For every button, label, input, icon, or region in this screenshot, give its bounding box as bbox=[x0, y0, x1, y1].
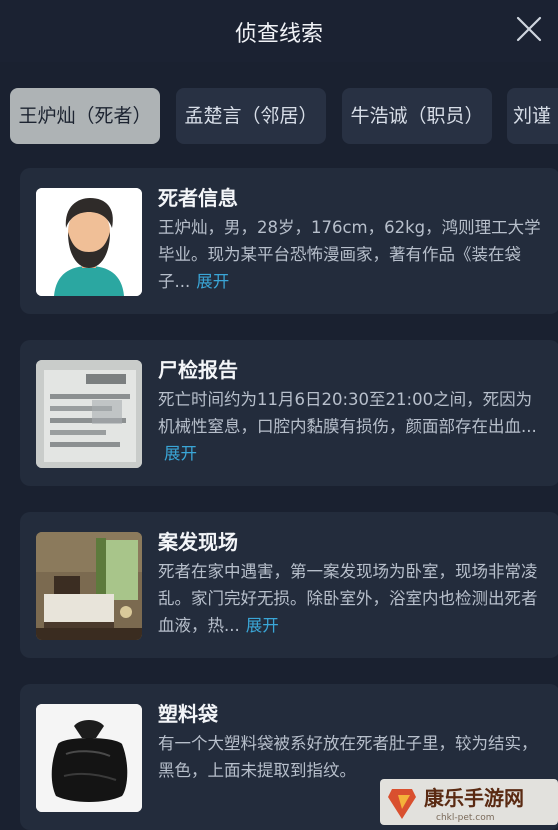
page-title: 侦查线索 bbox=[234, 22, 323, 47]
clue-card-victim-info[interactable]: 死者信息 王炉灿，男，28岁，176cm，62kg，鸿则理工大学毕业。现为某平台… bbox=[20, 168, 558, 314]
close-icon[interactable] bbox=[514, 14, 544, 44]
card-desc: 死者在家中遇害，第一案发现场为卧室，现场非常凌乱。家门完好无损。除卧室外，浴室内… bbox=[158, 562, 538, 635]
man-avatar-icon bbox=[36, 188, 142, 296]
expand-link[interactable]: 展开 bbox=[196, 272, 229, 291]
report-thumbnail bbox=[36, 360, 142, 468]
bedroom-icon bbox=[36, 532, 142, 640]
watermark-url: chkl-pet.com bbox=[436, 813, 494, 823]
card-title: 尸检报告 bbox=[158, 358, 238, 382]
scene-thumbnail bbox=[36, 532, 142, 640]
card-title: 死者信息 bbox=[158, 186, 238, 210]
header: 侦查线索 bbox=[0, 0, 558, 62]
bag-thumbnail bbox=[36, 704, 142, 812]
black-bag-icon bbox=[36, 704, 142, 812]
document-icon bbox=[36, 360, 142, 468]
card-desc: 王炉灿，男，28岁，176cm，62kg，鸿则理工大学毕业。现为某平台恐怖漫画家… bbox=[158, 218, 541, 291]
card-title: 塑料袋 bbox=[158, 702, 218, 726]
tab-victim[interactable]: 王炉灿（死者） bbox=[10, 88, 160, 144]
watermark-logo: 康乐手游网 chkl-pet.com bbox=[380, 779, 558, 825]
expand-link[interactable]: 展开 bbox=[164, 444, 197, 463]
card-title: 案发现场 bbox=[158, 530, 238, 554]
avatar bbox=[36, 188, 142, 296]
suspect-tabs: 王炉灿（死者） 孟楚言（邻居） 牛浩诚（职员） 刘谨 bbox=[0, 88, 558, 146]
card-desc: 死亡时间约为11月6日20:30至21:00之间，死因为机械性窒息，口腔内黏膜有… bbox=[158, 390, 537, 463]
tab-employee[interactable]: 牛浩诚（职员） bbox=[342, 88, 492, 144]
expand-link[interactable]: 展开 bbox=[246, 616, 279, 635]
clue-card-autopsy[interactable]: 尸检报告 死亡时间约为11月6日20:30至21:00之间，死因为机械性窒息，口… bbox=[20, 340, 558, 486]
watermark-text: 康乐手游网 bbox=[424, 786, 524, 810]
tab-liu[interactable]: 刘谨 bbox=[507, 88, 558, 144]
watermark: 康乐手游网 chkl-pet.com bbox=[380, 775, 558, 825]
clue-card-crime-scene[interactable]: 案发现场 死者在家中遇害，第一案发现场为卧室，现场非常凌乱。家门完好无损。除卧室… bbox=[20, 512, 558, 658]
tab-neighbor[interactable]: 孟楚言（邻居） bbox=[176, 88, 326, 144]
